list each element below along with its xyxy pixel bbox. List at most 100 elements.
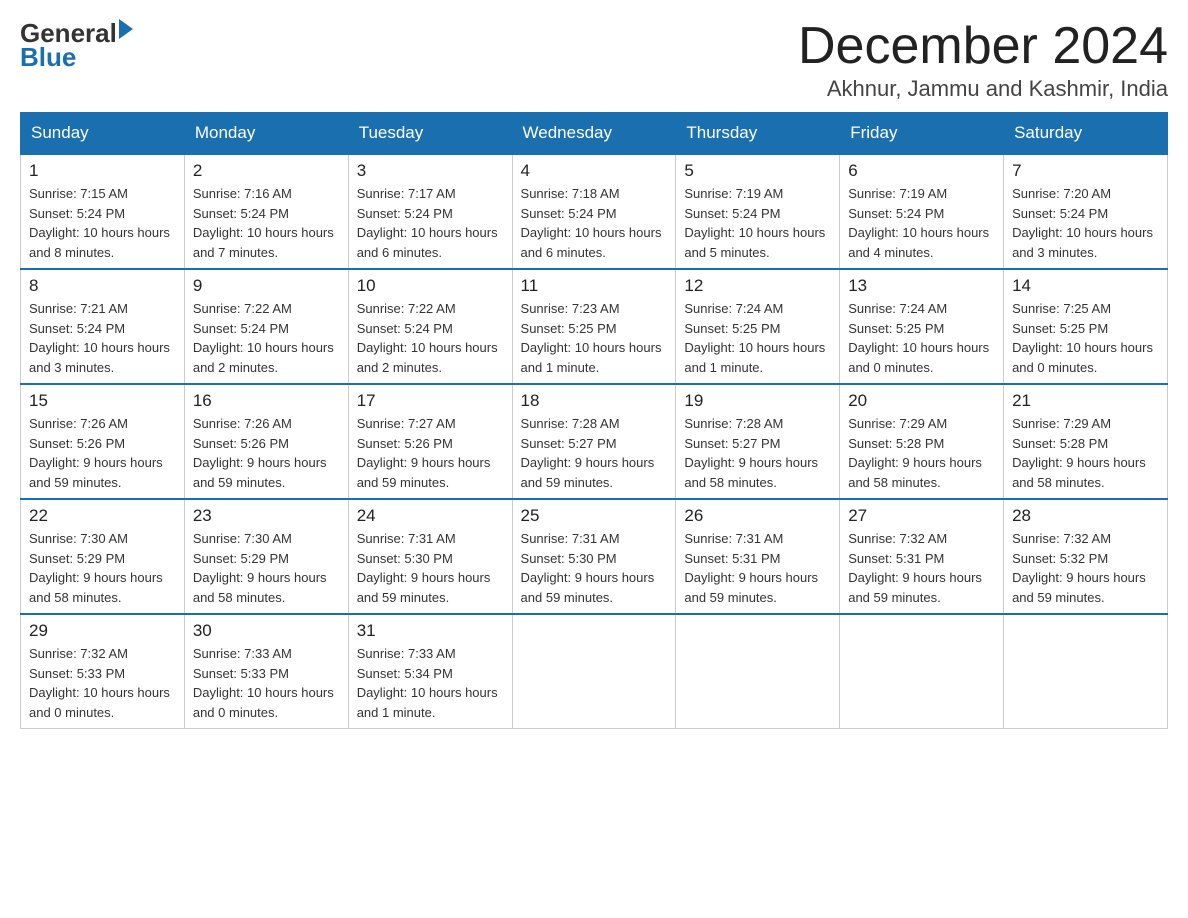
day-info: Sunrise: 7:24 AMSunset: 5:25 PMDaylight:… (684, 301, 825, 375)
day-info: Sunrise: 7:31 AMSunset: 5:31 PMDaylight:… (684, 531, 818, 605)
day-info: Sunrise: 7:17 AMSunset: 5:24 PMDaylight:… (357, 186, 498, 260)
calendar-day-cell: 8 Sunrise: 7:21 AMSunset: 5:24 PMDayligh… (21, 269, 185, 384)
day-info: Sunrise: 7:20 AMSunset: 5:24 PMDaylight:… (1012, 186, 1153, 260)
day-info: Sunrise: 7:26 AMSunset: 5:26 PMDaylight:… (29, 416, 163, 490)
day-info: Sunrise: 7:28 AMSunset: 5:27 PMDaylight:… (521, 416, 655, 490)
calendar-day-header: Friday (840, 113, 1004, 155)
day-number: 7 (1012, 161, 1159, 181)
calendar-day-cell: 21 Sunrise: 7:29 AMSunset: 5:28 PMDaylig… (1004, 384, 1168, 499)
calendar-table: SundayMondayTuesdayWednesdayThursdayFrid… (20, 112, 1168, 729)
logo-arrow-icon (119, 19, 133, 39)
day-number: 31 (357, 621, 504, 641)
calendar-header-row: SundayMondayTuesdayWednesdayThursdayFrid… (21, 113, 1168, 155)
calendar-day-cell: 23 Sunrise: 7:30 AMSunset: 5:29 PMDaylig… (184, 499, 348, 614)
day-info: Sunrise: 7:30 AMSunset: 5:29 PMDaylight:… (29, 531, 163, 605)
calendar-day-cell: 5 Sunrise: 7:19 AMSunset: 5:24 PMDayligh… (676, 154, 840, 269)
calendar-day-cell: 15 Sunrise: 7:26 AMSunset: 5:26 PMDaylig… (21, 384, 185, 499)
calendar-day-cell: 7 Sunrise: 7:20 AMSunset: 5:24 PMDayligh… (1004, 154, 1168, 269)
day-info: Sunrise: 7:31 AMSunset: 5:30 PMDaylight:… (521, 531, 655, 605)
day-number: 19 (684, 391, 831, 411)
day-info: Sunrise: 7:16 AMSunset: 5:24 PMDaylight:… (193, 186, 334, 260)
calendar-day-cell: 28 Sunrise: 7:32 AMSunset: 5:32 PMDaylig… (1004, 499, 1168, 614)
calendar-day-header: Tuesday (348, 113, 512, 155)
calendar-day-cell: 27 Sunrise: 7:32 AMSunset: 5:31 PMDaylig… (840, 499, 1004, 614)
title-section: December 2024 Akhnur, Jammu and Kashmir,… (798, 20, 1168, 102)
calendar-day-header: Wednesday (512, 113, 676, 155)
calendar-day-cell (1004, 614, 1168, 729)
calendar-day-cell: 2 Sunrise: 7:16 AMSunset: 5:24 PMDayligh… (184, 154, 348, 269)
calendar-day-cell: 11 Sunrise: 7:23 AMSunset: 5:25 PMDaylig… (512, 269, 676, 384)
day-info: Sunrise: 7:21 AMSunset: 5:24 PMDaylight:… (29, 301, 170, 375)
day-info: Sunrise: 7:15 AMSunset: 5:24 PMDaylight:… (29, 186, 170, 260)
day-info: Sunrise: 7:32 AMSunset: 5:33 PMDaylight:… (29, 646, 170, 720)
day-info: Sunrise: 7:31 AMSunset: 5:30 PMDaylight:… (357, 531, 491, 605)
day-info: Sunrise: 7:24 AMSunset: 5:25 PMDaylight:… (848, 301, 989, 375)
calendar-week-row: 15 Sunrise: 7:26 AMSunset: 5:26 PMDaylig… (21, 384, 1168, 499)
day-number: 27 (848, 506, 995, 526)
calendar-day-cell: 31 Sunrise: 7:33 AMSunset: 5:34 PMDaylig… (348, 614, 512, 729)
calendar-day-cell (512, 614, 676, 729)
calendar-day-cell: 22 Sunrise: 7:30 AMSunset: 5:29 PMDaylig… (21, 499, 185, 614)
day-number: 26 (684, 506, 831, 526)
day-number: 2 (193, 161, 340, 181)
day-number: 18 (521, 391, 668, 411)
calendar-day-cell: 4 Sunrise: 7:18 AMSunset: 5:24 PMDayligh… (512, 154, 676, 269)
day-info: Sunrise: 7:29 AMSunset: 5:28 PMDaylight:… (1012, 416, 1146, 490)
calendar-day-cell: 1 Sunrise: 7:15 AMSunset: 5:24 PMDayligh… (21, 154, 185, 269)
day-info: Sunrise: 7:29 AMSunset: 5:28 PMDaylight:… (848, 416, 982, 490)
calendar-day-cell: 16 Sunrise: 7:26 AMSunset: 5:26 PMDaylig… (184, 384, 348, 499)
day-number: 6 (848, 161, 995, 181)
day-number: 9 (193, 276, 340, 296)
calendar-day-cell: 20 Sunrise: 7:29 AMSunset: 5:28 PMDaylig… (840, 384, 1004, 499)
calendar-day-cell: 29 Sunrise: 7:32 AMSunset: 5:33 PMDaylig… (21, 614, 185, 729)
calendar-day-cell: 9 Sunrise: 7:22 AMSunset: 5:24 PMDayligh… (184, 269, 348, 384)
day-info: Sunrise: 7:19 AMSunset: 5:24 PMDaylight:… (848, 186, 989, 260)
calendar-week-row: 1 Sunrise: 7:15 AMSunset: 5:24 PMDayligh… (21, 154, 1168, 269)
calendar-day-cell: 10 Sunrise: 7:22 AMSunset: 5:24 PMDaylig… (348, 269, 512, 384)
calendar-day-cell: 3 Sunrise: 7:17 AMSunset: 5:24 PMDayligh… (348, 154, 512, 269)
day-number: 28 (1012, 506, 1159, 526)
calendar-day-header: Saturday (1004, 113, 1168, 155)
day-info: Sunrise: 7:18 AMSunset: 5:24 PMDaylight:… (521, 186, 662, 260)
day-number: 16 (193, 391, 340, 411)
calendar-day-cell: 25 Sunrise: 7:31 AMSunset: 5:30 PMDaylig… (512, 499, 676, 614)
day-info: Sunrise: 7:33 AMSunset: 5:34 PMDaylight:… (357, 646, 498, 720)
calendar-day-cell (840, 614, 1004, 729)
day-number: 24 (357, 506, 504, 526)
calendar-week-row: 8 Sunrise: 7:21 AMSunset: 5:24 PMDayligh… (21, 269, 1168, 384)
day-info: Sunrise: 7:28 AMSunset: 5:27 PMDaylight:… (684, 416, 818, 490)
day-number: 29 (29, 621, 176, 641)
day-number: 30 (193, 621, 340, 641)
calendar-day-cell: 30 Sunrise: 7:33 AMSunset: 5:33 PMDaylig… (184, 614, 348, 729)
day-number: 3 (357, 161, 504, 181)
location-subtitle: Akhnur, Jammu and Kashmir, India (798, 76, 1168, 102)
calendar-week-row: 29 Sunrise: 7:32 AMSunset: 5:33 PMDaylig… (21, 614, 1168, 729)
calendar-day-cell: 19 Sunrise: 7:28 AMSunset: 5:27 PMDaylig… (676, 384, 840, 499)
month-year-title: December 2024 (798, 20, 1168, 72)
day-number: 20 (848, 391, 995, 411)
day-number: 15 (29, 391, 176, 411)
day-info: Sunrise: 7:25 AMSunset: 5:25 PMDaylight:… (1012, 301, 1153, 375)
calendar-day-cell: 26 Sunrise: 7:31 AMSunset: 5:31 PMDaylig… (676, 499, 840, 614)
day-info: Sunrise: 7:33 AMSunset: 5:33 PMDaylight:… (193, 646, 334, 720)
day-number: 17 (357, 391, 504, 411)
day-number: 1 (29, 161, 176, 181)
calendar-day-cell: 12 Sunrise: 7:24 AMSunset: 5:25 PMDaylig… (676, 269, 840, 384)
day-number: 13 (848, 276, 995, 296)
calendar-day-cell: 18 Sunrise: 7:28 AMSunset: 5:27 PMDaylig… (512, 384, 676, 499)
day-number: 23 (193, 506, 340, 526)
calendar-day-header: Sunday (21, 113, 185, 155)
calendar-day-cell: 13 Sunrise: 7:24 AMSunset: 5:25 PMDaylig… (840, 269, 1004, 384)
calendar-day-cell: 17 Sunrise: 7:27 AMSunset: 5:26 PMDaylig… (348, 384, 512, 499)
day-number: 12 (684, 276, 831, 296)
day-info: Sunrise: 7:22 AMSunset: 5:24 PMDaylight:… (357, 301, 498, 375)
day-info: Sunrise: 7:22 AMSunset: 5:24 PMDaylight:… (193, 301, 334, 375)
day-number: 21 (1012, 391, 1159, 411)
logo-text-blue: Blue (20, 44, 133, 70)
calendar-day-header: Thursday (676, 113, 840, 155)
page-header: General Blue December 2024 Akhnur, Jammu… (20, 20, 1168, 102)
day-number: 25 (521, 506, 668, 526)
day-info: Sunrise: 7:26 AMSunset: 5:26 PMDaylight:… (193, 416, 327, 490)
day-info: Sunrise: 7:32 AMSunset: 5:31 PMDaylight:… (848, 531, 982, 605)
day-number: 10 (357, 276, 504, 296)
